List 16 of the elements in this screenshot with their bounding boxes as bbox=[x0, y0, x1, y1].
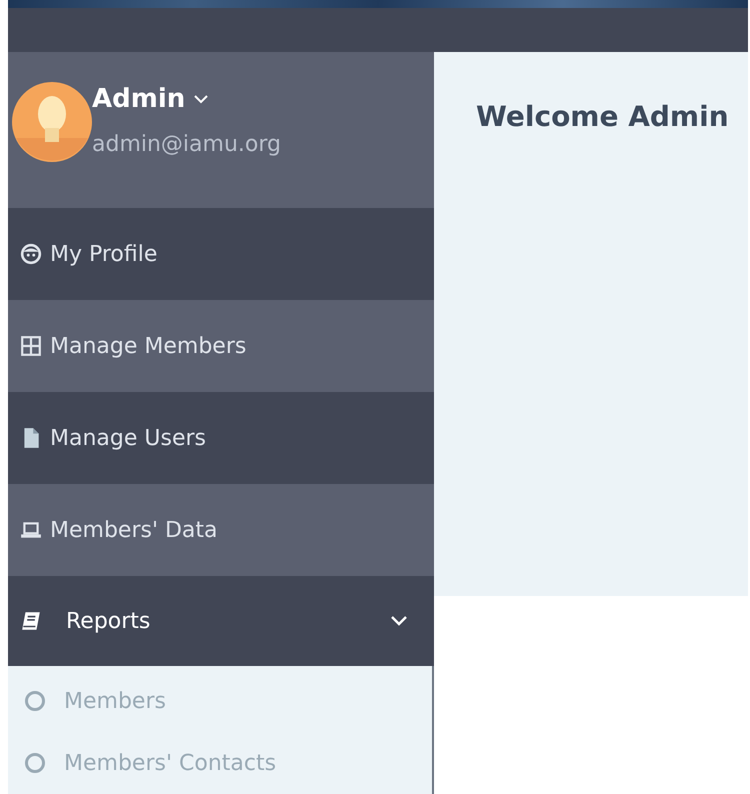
sidebar-item[interactable]: Reports bbox=[8, 576, 434, 666]
circle-icon bbox=[24, 752, 46, 774]
avatar-icon bbox=[12, 82, 92, 162]
sidebar-item[interactable]: Manage Users bbox=[8, 392, 434, 484]
user-email: admin@iamu.org bbox=[92, 132, 281, 157]
grid-icon bbox=[20, 335, 42, 357]
sidebar-item[interactable]: Manage Members bbox=[8, 300, 434, 392]
circle-icon bbox=[24, 690, 46, 712]
welcome-heading: Welcome Admin bbox=[476, 100, 730, 133]
chevron-icon bbox=[193, 94, 210, 104]
face-icon bbox=[20, 243, 42, 265]
sidebar-item[interactable]: Members' Data bbox=[8, 484, 434, 576]
sidebar-item[interactable]: My Profile bbox=[8, 208, 434, 300]
book-icon bbox=[20, 610, 42, 632]
user-menu-button[interactable]: Admin bbox=[92, 84, 281, 114]
chevron-icon bbox=[390, 615, 408, 627]
